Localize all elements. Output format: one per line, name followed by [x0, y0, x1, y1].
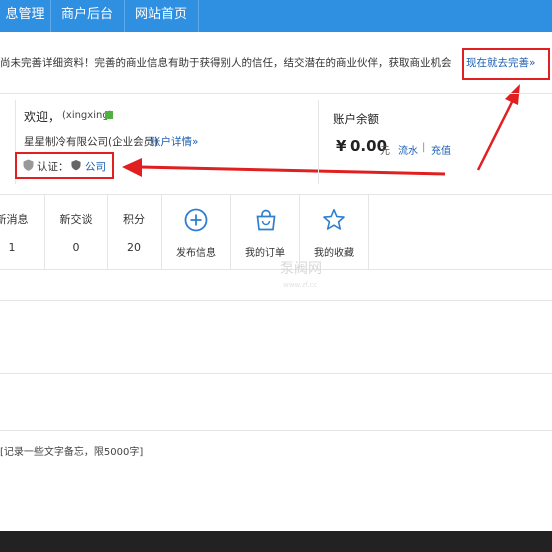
- company-name: 星星制冷有限公司(企业会员): [24, 136, 159, 148]
- divider: [44, 195, 45, 269]
- divider: [0, 269, 552, 270]
- account-detail-link[interactable]: 账户详情»: [150, 134, 198, 149]
- top-nav: 息管理 商户后台 网站首页: [0, 0, 552, 32]
- shopping-bag-icon[interactable]: [254, 208, 278, 232]
- divider: [0, 373, 552, 374]
- my-favorites-button[interactable]: 我的收藏: [299, 244, 369, 259]
- tab-info-management[interactable]: 息管理: [0, 0, 51, 32]
- complete-link-highlight: [462, 48, 550, 80]
- tab-site-home[interactable]: 网站首页: [124, 0, 199, 32]
- watermark-url: www.zf.cc: [283, 281, 318, 289]
- divider: [0, 430, 552, 431]
- watermark-text: 泵阀网: [280, 261, 322, 277]
- balance-currency: ¥: [336, 137, 347, 155]
- my-orders-button[interactable]: 我的订单: [230, 244, 300, 259]
- publish-info-button[interactable]: 发布信息: [161, 244, 231, 259]
- stat-points-value[interactable]: 20: [104, 241, 164, 254]
- divider: [107, 195, 108, 269]
- star-icon[interactable]: [322, 208, 346, 232]
- verified-icon: [105, 111, 113, 119]
- divider: [0, 194, 552, 195]
- certification-label: 认证：: [37, 161, 69, 173]
- profile-incomplete-notice: 尚未完善详细资料！完善的商业信息有助于获得别人的信任，结交潜在的商业伙伴，获取商…: [0, 57, 452, 69]
- welcome-text: 欢迎，: [24, 110, 61, 124]
- recharge-link[interactable]: 充值: [431, 142, 451, 157]
- stat-new-messages-value[interactable]: 1: [0, 241, 42, 254]
- stat-new-messages-label[interactable]: 新消息: [0, 211, 42, 227]
- flow-link[interactable]: 流水: [398, 142, 418, 157]
- divider: [0, 93, 552, 94]
- tab-merchant-backend[interactable]: 商户后台: [50, 0, 125, 32]
- divider: [318, 100, 319, 184]
- shield-icon: [23, 159, 34, 171]
- shield-icon: [71, 160, 81, 171]
- divider: [0, 300, 552, 301]
- certification-company-link[interactable]: 公司: [85, 159, 106, 174]
- link-divider: |: [422, 142, 426, 153]
- taskbar: [0, 531, 552, 552]
- stat-points-label[interactable]: 积分: [104, 211, 164, 227]
- stat-new-chats-label[interactable]: 新交谈: [46, 211, 106, 227]
- annotation-arrows: [122, 84, 520, 177]
- stat-new-chats-value[interactable]: 0: [46, 241, 106, 254]
- plus-circle-icon[interactable]: [184, 208, 208, 232]
- balance-title: 账户余额: [333, 112, 379, 126]
- memo-placeholder[interactable]: [记录一些文字备忘，限5000字]: [0, 443, 143, 458]
- balance-unit: 元: [380, 146, 390, 157]
